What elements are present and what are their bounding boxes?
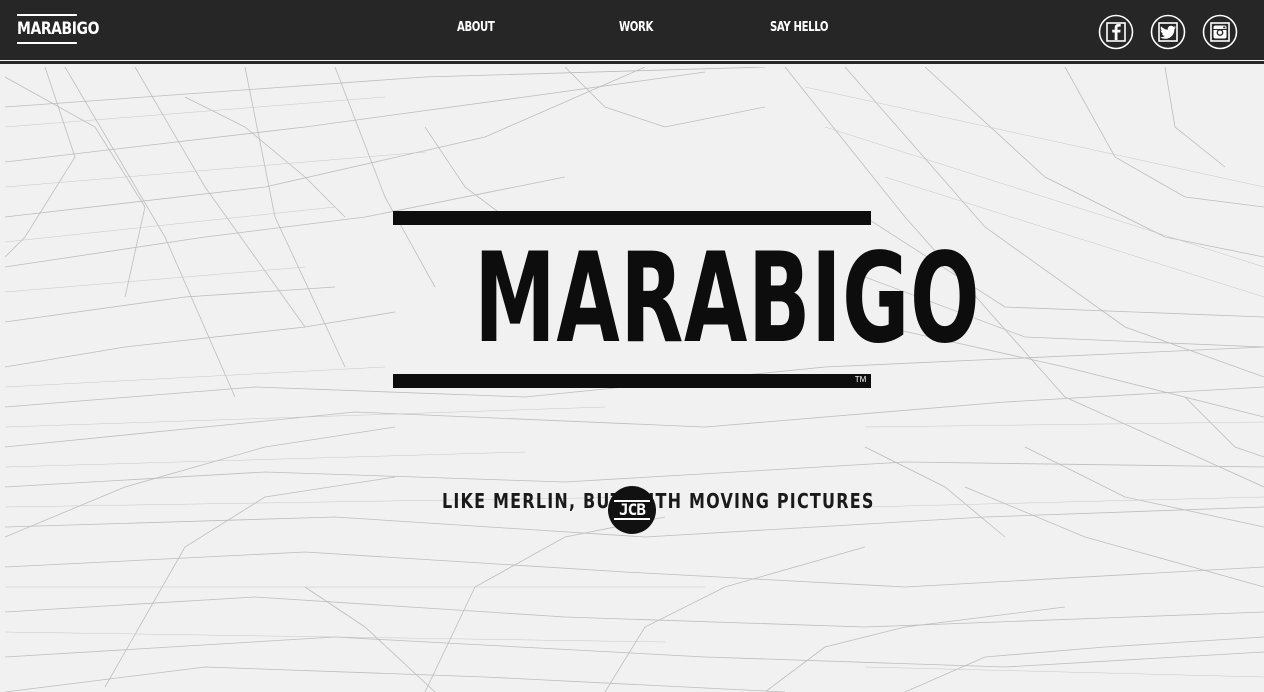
badge-text: JCB — [619, 500, 646, 519]
header-rule — [0, 61, 1264, 64]
instagram-icon[interactable] — [1202, 14, 1238, 50]
nav-say-hello[interactable]: SAY HELLO — [770, 18, 829, 38]
hero-section: MARABIGO TM LIKE MERLIN, BUT WITH MOVING… — [5, 67, 1264, 692]
header-logo[interactable]: MARABIGO — [17, 14, 100, 44]
jcb-badge[interactable]: JCB — [608, 486, 656, 534]
hero-title: MARABIGO — [474, 227, 981, 371]
twitter-icon[interactable] — [1150, 14, 1186, 50]
logo-top-bar — [393, 211, 871, 225]
header-logo-text: MARABIGO — [17, 19, 100, 39]
facebook-icon[interactable] — [1098, 14, 1134, 50]
site-header: MARABIGO ABOUT WORK SAY HELLO — [0, 0, 1264, 60]
logo-bottom-bar — [393, 374, 871, 388]
trademark-mark: TM — [854, 375, 867, 384]
nav-work[interactable]: WORK — [619, 18, 653, 38]
hero-logo: MARABIGO TM — [393, 211, 981, 389]
nav-about[interactable]: ABOUT — [457, 18, 495, 38]
